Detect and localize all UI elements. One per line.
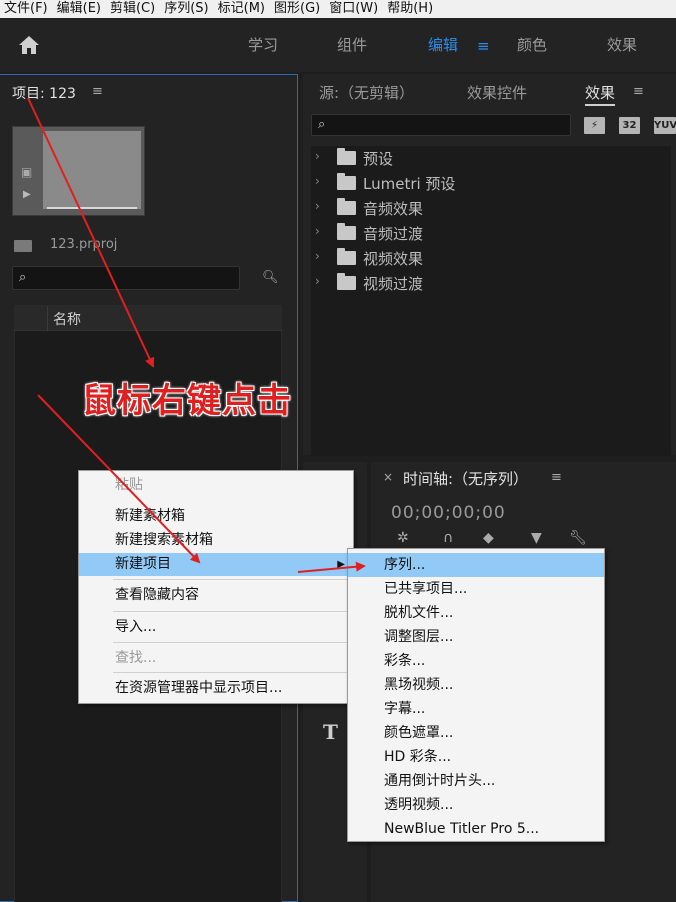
submenu-item-bars-and-tone[interactable]: 彩条...: [348, 649, 604, 673]
search-icon: ⌕: [19, 270, 27, 285]
submenu-item-transparent-video[interactable]: 透明视频...: [348, 793, 604, 817]
tab-assembly[interactable]: 组件: [337, 34, 367, 55]
new-search-bin-icon[interactable]: 🔍︎: [262, 270, 279, 285]
menu-item-new-bin[interactable]: 新建素材箱: [79, 505, 353, 528]
submenu-item-offline-file[interactable]: 脱机文件...: [348, 601, 604, 625]
expand-arrow-icon[interactable]: ›: [315, 199, 320, 213]
folder-icon: [337, 198, 356, 215]
effects-panel: 源:（无剪辑） 效果控件 效果 ≡ ⌕ ⚡ 32 YUV › 预设 › Lume…: [303, 74, 676, 456]
menu-item-paste[interactable]: 粘贴: [79, 474, 353, 497]
menu-item-import[interactable]: 导入...: [79, 616, 353, 639]
menu-item-new-item[interactable]: 新建项目: [79, 553, 353, 576]
effects-menu-icon[interactable]: ≡: [633, 84, 644, 99]
menu-window[interactable]: 窗口(W): [325, 0, 383, 18]
submenu-item-adjustment-layer[interactable]: 调整图层...: [348, 625, 604, 649]
project-menu-icon[interactable]: ≡: [92, 84, 103, 99]
wrench-icon[interactable]: 🔧︎: [569, 530, 587, 546]
tree-item-video-effects[interactable]: › 视频效果: [311, 246, 671, 271]
tree-item-presets[interactable]: › 预设: [311, 146, 671, 171]
submenu-item-color-matte[interactable]: 颜色遮罩...: [348, 721, 604, 745]
menu-item-reveal-in-explorer[interactable]: 在资源管理器中显示项目...: [79, 677, 353, 700]
submenu-item-shared-project[interactable]: 已共享项目...: [348, 577, 604, 601]
annotation-text: 鼠标右键点击: [82, 381, 292, 421]
folder-star-icon: [337, 173, 356, 190]
yuv-badge[interactable]: YUV: [654, 117, 676, 134]
type-tool-icon[interactable]: T: [323, 720, 338, 744]
folder-icon: [337, 223, 356, 240]
tree-item-audio-transitions[interactable]: › 音频过渡: [311, 221, 671, 246]
folder-star-icon: [337, 148, 356, 165]
expand-arrow-icon[interactable]: ›: [315, 249, 320, 263]
submenu-item-black-video[interactable]: 黑场视频...: [348, 673, 604, 697]
tab-effects[interactable]: 效果: [607, 34, 637, 55]
effects-tree: › 预设 › Lumetri 预设 › 音频效果 › 音频过渡 › 视频效果 ›…: [311, 146, 671, 456]
project-title: 项目: 123: [12, 86, 76, 102]
tab-effects-panel[interactable]: 效果: [585, 82, 616, 106]
menu-sequence[interactable]: 序列(S): [160, 0, 213, 18]
menu-bar: 文件(F) 编辑(E) 剪辑(C) 序列(S) 标记(M) 图形(G) 窗口(W…: [0, 0, 676, 18]
new-item-submenu: 序列... 已共享项目... 脱机文件... 调整图层... 彩条... 黑场视…: [347, 548, 605, 842]
expand-arrow-icon[interactable]: ›: [315, 224, 320, 238]
tree-item-video-transitions[interactable]: › 视频过渡: [311, 271, 671, 296]
add-marker-icon[interactable]: ◆: [483, 530, 494, 546]
menu-file[interactable]: 文件(F): [0, 0, 53, 18]
snap-icon[interactable]: ✲: [397, 530, 409, 546]
project-file-name: 123.prproj: [50, 237, 118, 252]
menu-markers[interactable]: 标记(M): [214, 0, 270, 18]
home-icon[interactable]: [17, 34, 41, 56]
camera-icon: ▣: [21, 165, 33, 179]
submenu-item-hd-bars[interactable]: HD 彩条...: [348, 745, 604, 769]
tab-editing[interactable]: 编辑: [428, 34, 458, 55]
list-header: 名称: [15, 306, 281, 331]
menu-clip[interactable]: 剪辑(C): [106, 0, 160, 18]
tree-item-audio-effects[interactable]: › 音频效果: [311, 196, 671, 221]
menu-graphics[interactable]: 图形(G): [270, 0, 325, 18]
submenu-item-captions[interactable]: 字幕...: [348, 697, 604, 721]
tab-learn[interactable]: 学习: [248, 34, 278, 55]
menu-help[interactable]: 帮助(H): [383, 0, 438, 18]
context-menu: 粘贴 新建素材箱 新建搜索素材箱 新建项目 查看隐藏内容 导入... 查找...…: [78, 470, 354, 704]
effects-search-input[interactable]: ⌕: [311, 114, 571, 136]
close-icon[interactable]: ×: [383, 470, 393, 484]
column-name[interactable]: 名称: [53, 309, 81, 329]
timeline-menu-icon[interactable]: ≡: [551, 470, 562, 485]
workspace-bar: 学习 组件 编辑 ≡ 颜色 效果: [0, 18, 676, 72]
submenu-item-sequence[interactable]: 序列...: [348, 553, 604, 577]
expand-arrow-icon[interactable]: ›: [315, 149, 320, 163]
timeline-title: 时间轴:（无序列）: [403, 470, 529, 488]
play-icon[interactable]: ▶: [23, 189, 31, 200]
project-thumbnail: ▣ ▶: [12, 126, 145, 216]
expand-arrow-icon[interactable]: ›: [315, 274, 320, 288]
expand-arrow-icon[interactable]: ›: [315, 174, 320, 188]
workspace-menu-icon[interactable]: ≡: [477, 37, 490, 55]
folder-icon: [337, 273, 356, 290]
tab-color[interactable]: 颜色: [517, 34, 547, 55]
menu-item-view-hidden[interactable]: 查看隐藏内容: [79, 584, 353, 607]
menu-item-new-search-bin[interactable]: 新建搜索素材箱: [79, 529, 353, 552]
tab-effect-controls[interactable]: 效果控件: [467, 82, 527, 103]
project-search-input[interactable]: ⌕: [12, 266, 240, 290]
search-icon: ⌕: [318, 117, 326, 132]
marker-icon[interactable]: ▼: [531, 530, 542, 546]
tree-item-lumetri-presets[interactable]: › Lumetri 预设: [311, 171, 671, 196]
32bit-badge[interactable]: 32: [619, 117, 640, 134]
menu-item-find[interactable]: 查找...: [79, 647, 353, 670]
menu-edit[interactable]: 编辑(E): [53, 0, 106, 18]
tab-source[interactable]: 源:（无剪辑）: [319, 82, 414, 103]
submenu-item-newblue-titler[interactable]: NewBlue Titler Pro 5...: [348, 817, 604, 841]
folder-icon: [337, 248, 356, 265]
submenu-item-countdown-leader[interactable]: 通用倒计时片头...: [348, 769, 604, 793]
timecode-display[interactable]: 00;00;00;00: [391, 503, 506, 523]
project-file-icon: [14, 240, 32, 252]
linked-selection-icon[interactable]: ∩: [443, 530, 453, 546]
accelerated-effects-icon[interactable]: ⚡: [584, 117, 605, 134]
